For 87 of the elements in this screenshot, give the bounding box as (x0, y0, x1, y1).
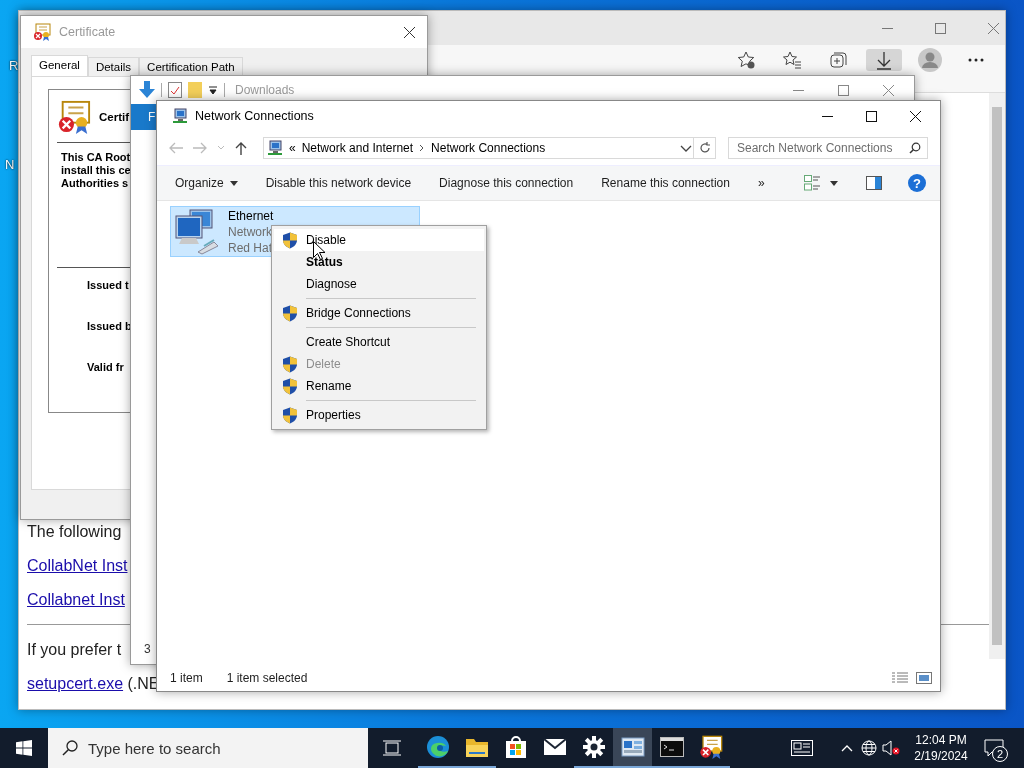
refresh-icon (698, 142, 711, 154)
computer-icon (172, 108, 188, 124)
more-commands-button[interactable]: » (749, 172, 773, 194)
certificate-icon (698, 735, 723, 759)
command-button[interactable]: Organize (167, 172, 246, 194)
menu-item[interactable]: Diagnose (274, 273, 484, 295)
maximize-button[interactable] (866, 110, 877, 122)
command-button[interactable]: Rename this connection (593, 172, 738, 194)
certificate-icon (33, 23, 51, 41)
taskbar-button[interactable] (613, 728, 652, 768)
large-icons-view-icon[interactable] (916, 672, 932, 684)
caret-icon[interactable] (830, 180, 838, 186)
page-paragraph: If you prefer t (27, 640, 122, 660)
preview-pane-icon[interactable] (866, 176, 882, 190)
close-button[interactable] (404, 26, 415, 38)
computer-icon (267, 140, 283, 156)
desktop-icon-label: R (9, 58, 19, 73)
news-icon (791, 740, 813, 756)
field-label: Issued t (87, 279, 129, 291)
speaker-muted-icon (882, 740, 900, 756)
connection-name: Ethernet (228, 207, 274, 224)
file-link[interactable]: setupcert.exe (27, 675, 124, 692)
command-button[interactable]: Diagnose this connection (431, 172, 582, 194)
desktop-icon-label: N (5, 157, 15, 172)
breadcrumb-overflow[interactable]: « (289, 141, 296, 155)
browser-icon (425, 735, 450, 759)
search-field[interactable]: Search Network Connections (728, 137, 928, 159)
window-title: Downloads (235, 83, 296, 97)
help-button[interactable]: ? (908, 174, 926, 192)
avatar-icon (918, 48, 942, 72)
status-text: 3 (143, 642, 152, 658)
menu-item[interactable]: Disable (274, 229, 484, 251)
terminal-icon (659, 737, 684, 757)
chevron-icon (419, 144, 426, 152)
menu-item[interactable]: Bridge Connections (274, 302, 484, 324)
notification-count: 2 (992, 746, 1008, 762)
refresh-button[interactable] (694, 137, 716, 159)
certificate-icon (57, 100, 91, 134)
view-options-icon[interactable] (804, 175, 820, 191)
connection-detail: Red Hat (228, 239, 274, 256)
download-link[interactable]: CollabNet Inst (27, 557, 128, 574)
more-icon (968, 58, 984, 62)
windows-logo-icon (16, 740, 32, 756)
breadcrumb[interactable]: Network Connections (431, 141, 546, 155)
chevron-up-icon (841, 744, 853, 752)
connection-detail: Network (228, 223, 273, 240)
collections-icon (828, 50, 848, 70)
download-arrow-icon (139, 81, 155, 99)
window-title: Network Connections (195, 109, 315, 123)
page-paragraph: The following (27, 522, 122, 542)
settings-icon (582, 736, 605, 758)
file-tab[interactable]: F (131, 104, 156, 130)
folder-icon (188, 82, 202, 98)
certificate-heading: Certif (99, 111, 130, 123)
star-icon (736, 50, 756, 70)
envelope-icon (542, 738, 567, 756)
notifications-button[interactable]: 2 (972, 728, 1016, 768)
download-icon (876, 50, 892, 70)
speech-bubble-icon (984, 739, 1004, 757)
menu-item[interactable]: Rename (274, 375, 484, 397)
tab[interactable]: Details (87, 57, 140, 76)
dropdown-icon (208, 85, 218, 95)
search-field[interactable]: Type here to search (48, 728, 368, 768)
shopping-bag-icon (504, 735, 527, 759)
item-count: 1 item (170, 671, 203, 685)
clock[interactable]: 12:04 PM 2/19/2024 (910, 732, 972, 764)
downloads-button[interactable] (866, 49, 902, 71)
caret-icon (229, 180, 238, 186)
close-button[interactable] (910, 110, 921, 122)
globe-icon (861, 740, 877, 756)
selection-count: 1 item selected (226, 671, 308, 685)
menu-item[interactable]: Create Shortcut (274, 331, 484, 353)
task-view-icon (383, 740, 401, 756)
window-title: Certificate (59, 25, 117, 39)
scrollbar[interactable] (989, 93, 1005, 659)
up-icon[interactable] (235, 141, 247, 155)
address-bar[interactable]: « Network and Internet Network Connections (263, 137, 694, 159)
search-icon (909, 142, 921, 154)
menu-item[interactable]: Properties (274, 404, 484, 426)
field-label: Valid fr (87, 361, 124, 373)
tab[interactable]: General (31, 55, 88, 76)
download-link[interactable]: Collabnet Inst (27, 591, 125, 608)
properties-icon (168, 82, 182, 98)
search-icon (62, 740, 78, 756)
folder-icon (464, 736, 489, 758)
control-panel-icon (620, 737, 645, 757)
star-list-icon (782, 50, 802, 70)
